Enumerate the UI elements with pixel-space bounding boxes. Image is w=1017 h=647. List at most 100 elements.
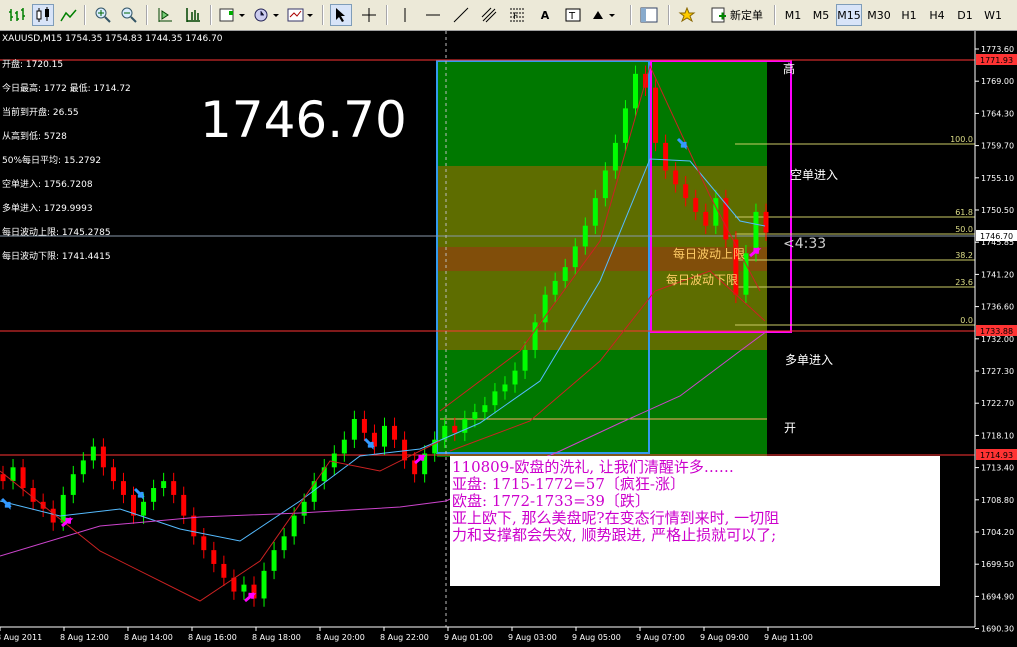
templates-menu-icon[interactable] bbox=[286, 4, 314, 26]
fib-level-label: 23.6 bbox=[955, 278, 973, 287]
price-axis-label: 1713.40 bbox=[981, 464, 1014, 473]
timeframe-button-h4[interactable]: H4 bbox=[924, 4, 950, 26]
timeframe-button-m15[interactable]: M15 bbox=[836, 4, 862, 26]
candle-body bbox=[693, 198, 699, 212]
autoscroll-icon[interactable] bbox=[154, 4, 176, 26]
candle-body bbox=[221, 563, 227, 578]
new-order-button[interactable]: 新定单 bbox=[706, 4, 768, 26]
svg-text:T: T bbox=[568, 11, 576, 22]
candle-body bbox=[120, 481, 126, 495]
candlestick-chart-icon[interactable] bbox=[32, 4, 54, 26]
candle-body bbox=[291, 515, 297, 537]
price-axis-label: 1769.00 bbox=[981, 77, 1014, 86]
candle-body bbox=[241, 584, 247, 592]
info-line: 多单进入: 1729.9993 bbox=[2, 204, 93, 214]
fib-level-label: 50.0 bbox=[955, 225, 973, 234]
vertical-line-icon[interactable] bbox=[394, 4, 416, 26]
timeframe-button-m30[interactable]: M30 bbox=[866, 4, 892, 26]
time-axis-label: 9 Aug 07:00 bbox=[636, 633, 685, 642]
fibonacci-icon[interactable]: F bbox=[506, 4, 528, 26]
price-axis-label: 1690.30 bbox=[981, 625, 1014, 634]
text-tool-icon[interactable]: A bbox=[534, 4, 556, 26]
zoom-in-icon[interactable] bbox=[92, 4, 114, 26]
horizontal-line-icon[interactable] bbox=[422, 4, 444, 26]
main-toolbar: F A T 新定单 M1 M5 M15 M30 H1 H4 D1 W1 bbox=[0, 0, 1017, 31]
candle-body bbox=[30, 488, 36, 502]
bar-timer-label: <4:33 bbox=[783, 236, 827, 252]
candle-body bbox=[80, 460, 86, 475]
daily-upper-label: 每日波动上限 bbox=[673, 247, 746, 261]
candle-body bbox=[161, 481, 167, 489]
price-axis-label: 1727.30 bbox=[981, 367, 1014, 376]
line-chart-icon[interactable] bbox=[58, 4, 80, 26]
fib-level-label: 100.0 bbox=[950, 135, 973, 144]
candle-body bbox=[361, 418, 367, 433]
note-line: 欧盘: 1772-1733=39〔跌〕 bbox=[452, 492, 650, 510]
crosshair-icon[interactable] bbox=[358, 4, 380, 26]
price-axis-label: 1773.60 bbox=[981, 45, 1014, 54]
equidistant-channel-icon[interactable] bbox=[478, 4, 500, 26]
candle-body bbox=[632, 73, 638, 109]
time-axis-label: 8 Aug 22:00 bbox=[380, 633, 429, 642]
bars-chart-icon[interactable] bbox=[6, 4, 28, 26]
candle-body bbox=[552, 280, 558, 295]
time-axis-label: 8 Aug 16:00 bbox=[188, 633, 237, 642]
periods-clock-icon[interactable] bbox=[252, 4, 280, 26]
info-line: 50%每日平均: 15.2792 bbox=[2, 156, 102, 166]
time-axis-label: 8 Aug 2011 bbox=[0, 633, 42, 642]
open-price-tag: 1714.93 bbox=[980, 451, 1013, 460]
trend-line-icon[interactable] bbox=[450, 4, 472, 26]
price-axis-label: 1759.70 bbox=[981, 142, 1014, 151]
cursor-arrow-icon[interactable] bbox=[330, 4, 352, 26]
candle-body bbox=[351, 418, 357, 440]
time-axis-label: 9 Aug 01:00 bbox=[444, 633, 493, 642]
candle-body bbox=[201, 536, 207, 551]
timeframe-button-m5[interactable]: M5 bbox=[808, 4, 834, 26]
expert-advisors-icon[interactable] bbox=[676, 4, 698, 26]
time-axis-label: 8 Aug 14:00 bbox=[124, 633, 173, 642]
zoom-out-icon[interactable] bbox=[118, 4, 140, 26]
svg-text:F: F bbox=[513, 12, 518, 22]
price-axis-label: 1755.10 bbox=[981, 174, 1014, 183]
symbol-header: XAUUSD,M15 1754.35 1754.83 1744.35 1746.… bbox=[2, 34, 223, 44]
candle-body bbox=[562, 267, 568, 281]
candle-body bbox=[151, 488, 157, 502]
candle-body bbox=[622, 108, 628, 143]
timeframe-button-h1[interactable]: H1 bbox=[896, 4, 922, 26]
candle-body bbox=[703, 211, 709, 226]
price-axis-label: 1722.70 bbox=[981, 399, 1014, 408]
arrows-menu-icon[interactable] bbox=[590, 4, 618, 26]
timeframe-button-m1[interactable]: M1 bbox=[780, 4, 806, 26]
high-price-tag: 1771.93 bbox=[980, 56, 1013, 65]
navigator-icon[interactable] bbox=[638, 4, 660, 26]
fib-level-label: 38.2 bbox=[955, 251, 973, 260]
big-price-display: 1746.70 bbox=[200, 91, 407, 149]
time-axis-label: 8 Aug 18:00 bbox=[252, 633, 301, 642]
open-label: 开 bbox=[784, 421, 797, 435]
info-line: 当前到开盘: 26.55 bbox=[2, 108, 79, 118]
candle-body bbox=[713, 198, 719, 226]
candle-body bbox=[582, 225, 588, 247]
candle-body bbox=[281, 536, 287, 551]
timeframe-button-w1[interactable]: W1 bbox=[980, 4, 1006, 26]
fib-low-price-tag: 1733.88 bbox=[980, 327, 1013, 336]
candle-body bbox=[70, 474, 76, 495]
candle-body bbox=[492, 391, 498, 406]
candle-body bbox=[532, 322, 538, 350]
info-line: 每日波动上限: 1745.2785 bbox=[2, 228, 111, 238]
candle-body bbox=[572, 246, 578, 268]
chart-shift-icon[interactable] bbox=[182, 4, 204, 26]
fib-level-label: 0.0 bbox=[960, 316, 973, 325]
candle-body bbox=[341, 439, 347, 454]
price-axis-label: 1694.90 bbox=[981, 592, 1014, 601]
timeframe-button-d1[interactable]: D1 bbox=[952, 4, 978, 26]
candle-body bbox=[753, 211, 759, 254]
indicators-menu-icon[interactable] bbox=[218, 4, 246, 26]
chart-window[interactable]: 100.0 61.8 50.0 38.2 23.6 0.0 1773.60 1769.00 17… bbox=[0, 31, 1017, 647]
time-axis-label: 8 Aug 20:00 bbox=[316, 633, 365, 642]
price-axis-label: 1741.20 bbox=[981, 270, 1014, 279]
candle-body bbox=[482, 405, 488, 413]
text-label-icon[interactable]: T bbox=[562, 4, 584, 26]
candle-body bbox=[472, 412, 478, 419]
daily-lower-label: 每日波动下限 bbox=[666, 273, 739, 287]
